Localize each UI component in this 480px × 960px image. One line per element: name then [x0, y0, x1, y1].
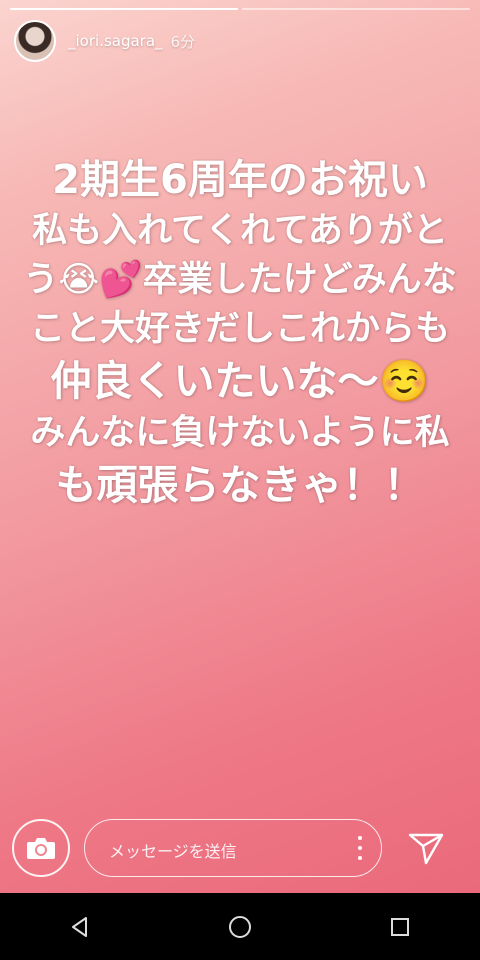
camera-icon: [27, 838, 55, 859]
recents-button[interactable]: [370, 897, 430, 957]
progress-segment: [242, 8, 470, 10]
story-text-line: う😭💕卒業したけどみんな: [23, 260, 457, 300]
story-viewer[interactable]: _iori.sagara_ 6分 2期生6周年のお祝い 私も入れてくれてありがと…: [0, 0, 480, 893]
back-triangle-icon: [72, 916, 87, 937]
username[interactable]: _iori.sagara_: [68, 32, 163, 50]
reply-bar: メッセージを送信: [0, 813, 480, 893]
send-icon: [408, 833, 444, 865]
story-text-line: みんなに負けないように私: [30, 413, 450, 453]
send-button[interactable]: [406, 827, 446, 867]
home-button[interactable]: [210, 897, 270, 957]
story-header: _iori.sagara_ 6分: [14, 20, 195, 62]
story-text-line: こと大好きだしこれからも: [29, 309, 450, 349]
story-text: 2期生6周年のお祝い 私も入れてくれてありがと う😭💕卒業したけどみんな こと大…: [18, 160, 462, 506]
camera-button[interactable]: [12, 819, 70, 877]
android-nav-bar: [0, 893, 480, 960]
home-circle-icon: [229, 915, 251, 938]
back-button[interactable]: [50, 897, 110, 957]
recents-square-icon: [391, 917, 409, 936]
story-text-line: 2期生6周年のお祝い: [52, 157, 428, 203]
post-time: 6分: [170, 32, 196, 51]
story-text-line: 私も入れてくれてありがと: [32, 211, 448, 251]
story-text-line: も頑張らなきゃ！！: [55, 461, 425, 509]
message-placeholder: メッセージを送信: [109, 842, 237, 861]
avatar[interactable]: [14, 20, 56, 62]
progress-segment: [10, 8, 238, 10]
story-progress-bar: [10, 8, 470, 10]
message-input[interactable]: メッセージを送信: [84, 819, 382, 877]
story-text-line: 仲良くいたいな〜☺️: [50, 357, 430, 405]
more-vertical-icon[interactable]: [357, 834, 363, 862]
